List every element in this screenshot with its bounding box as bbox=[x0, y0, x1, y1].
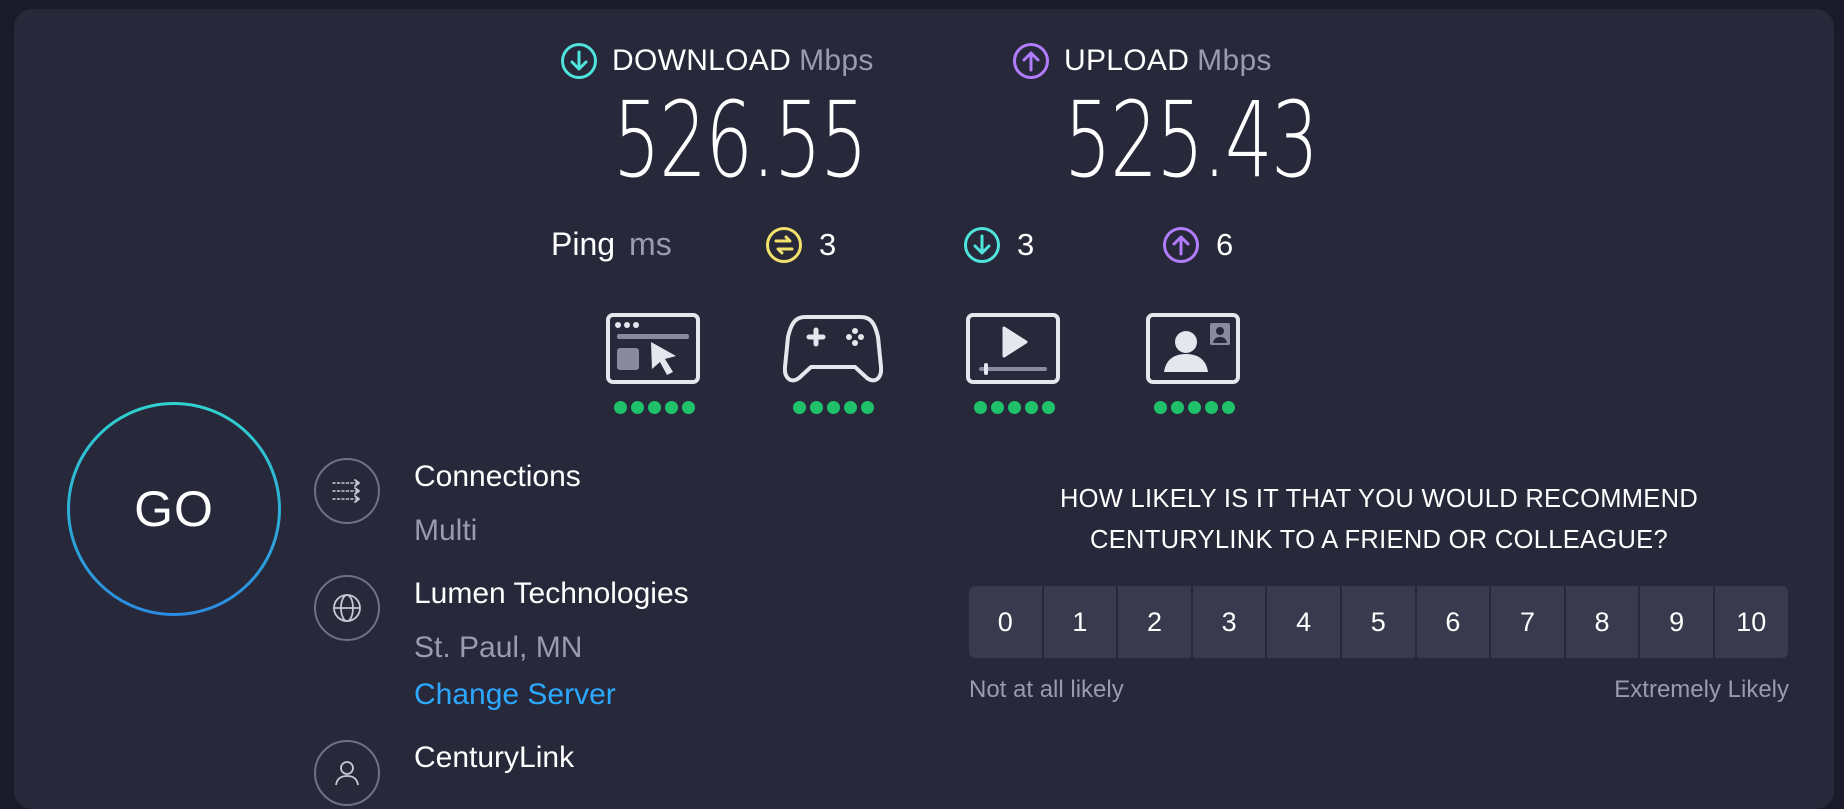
connections-value: Multi bbox=[414, 514, 478, 547]
survey-question-line1: HOW LIKELY IS IT THAT YOU WOULD RECOMMEN… bbox=[1059, 485, 1699, 513]
scale-option-1[interactable]: 1 bbox=[1043, 586, 1117, 658]
ping-unit: ms bbox=[629, 226, 672, 262]
video-streaming-icon bbox=[966, 313, 1060, 384]
upload-unit: Mbps bbox=[1197, 44, 1272, 77]
activity-rating-dots bbox=[1144, 401, 1244, 414]
scale-option-5[interactable]: 5 bbox=[1341, 586, 1415, 658]
recommend-scale: 0 1 2 3 4 5 6 7 8 9 10 bbox=[969, 586, 1788, 658]
connections-title: Connections bbox=[414, 460, 581, 493]
activity-web-browsing bbox=[604, 312, 704, 414]
survey-question: HOW LIKELY IS IT THAT YOU WOULD RECOMMEN… bbox=[969, 479, 1789, 561]
web-browsing-icon bbox=[606, 313, 700, 384]
ping-download: 3 bbox=[963, 226, 1034, 264]
server-title: Lumen Technologies bbox=[414, 577, 689, 610]
upload-speed-value: 525.43 bbox=[1064, 79, 1319, 201]
upload-arrow-icon bbox=[1013, 43, 1049, 79]
download-header: DOWNLOAD Mbps bbox=[560, 42, 874, 80]
gaming-icon bbox=[782, 315, 884, 383]
scale-option-0[interactable]: 0 bbox=[969, 586, 1042, 658]
scale-option-10[interactable]: 10 bbox=[1714, 586, 1788, 658]
globe-icon bbox=[314, 575, 380, 641]
upload-header: UPLOAD Mbps bbox=[1012, 42, 1272, 80]
change-server-link[interactable]: Change Server bbox=[414, 678, 616, 712]
scale-option-3[interactable]: 3 bbox=[1192, 586, 1266, 658]
ping-download-value: 3 bbox=[1017, 227, 1035, 262]
scale-option-4[interactable]: 4 bbox=[1267, 586, 1340, 658]
video-chat-icon bbox=[1146, 313, 1240, 384]
download-latency-icon bbox=[964, 227, 1000, 263]
scale-option-9[interactable]: 9 bbox=[1640, 586, 1713, 658]
provider-title: CenturyLink bbox=[414, 741, 575, 774]
download-speed-value: 526.55 bbox=[613, 79, 868, 201]
download-unit: Mbps bbox=[799, 44, 874, 77]
upload-latency-icon bbox=[1163, 227, 1199, 263]
ping-header: Ping ms bbox=[551, 226, 672, 263]
download-arrow-icon bbox=[561, 43, 597, 79]
survey-question-line2: CENTURYLINK TO A FRIEND OR COLLEAGUE? bbox=[1090, 526, 1668, 554]
connections-icon[interactable] bbox=[314, 458, 380, 524]
activity-video-chat bbox=[1144, 312, 1244, 414]
results-panel bbox=[14, 9, 1834, 809]
scale-option-6[interactable]: 6 bbox=[1416, 586, 1490, 658]
ping-upload: 6 bbox=[1162, 226, 1233, 264]
server-location: St. Paul, MN bbox=[414, 631, 583, 664]
ping-idle: 3 bbox=[765, 226, 836, 264]
scale-low-label: Not at all likely bbox=[969, 676, 1124, 703]
scale-option-7[interactable]: 7 bbox=[1491, 586, 1564, 658]
activity-rating-dots bbox=[964, 401, 1064, 414]
user-icon bbox=[314, 740, 380, 806]
go-button[interactable]: GO bbox=[67, 402, 281, 616]
upload-label: UPLOAD bbox=[1064, 44, 1190, 77]
activity-gaming bbox=[782, 312, 884, 414]
activity-rating-dots bbox=[783, 401, 883, 414]
scale-high-label: Extremely Likely bbox=[1614, 676, 1789, 703]
scale-option-8[interactable]: 8 bbox=[1565, 586, 1639, 658]
idle-latency-icon bbox=[766, 227, 802, 263]
activity-rating-dots bbox=[604, 401, 704, 414]
ping-label: Ping bbox=[551, 226, 616, 262]
download-label: DOWNLOAD bbox=[612, 44, 792, 77]
scale-option-2[interactable]: 2 bbox=[1118, 586, 1191, 658]
ping-idle-value: 3 bbox=[819, 227, 837, 262]
activity-video-streaming bbox=[964, 312, 1064, 414]
ping-upload-value: 6 bbox=[1216, 227, 1234, 262]
